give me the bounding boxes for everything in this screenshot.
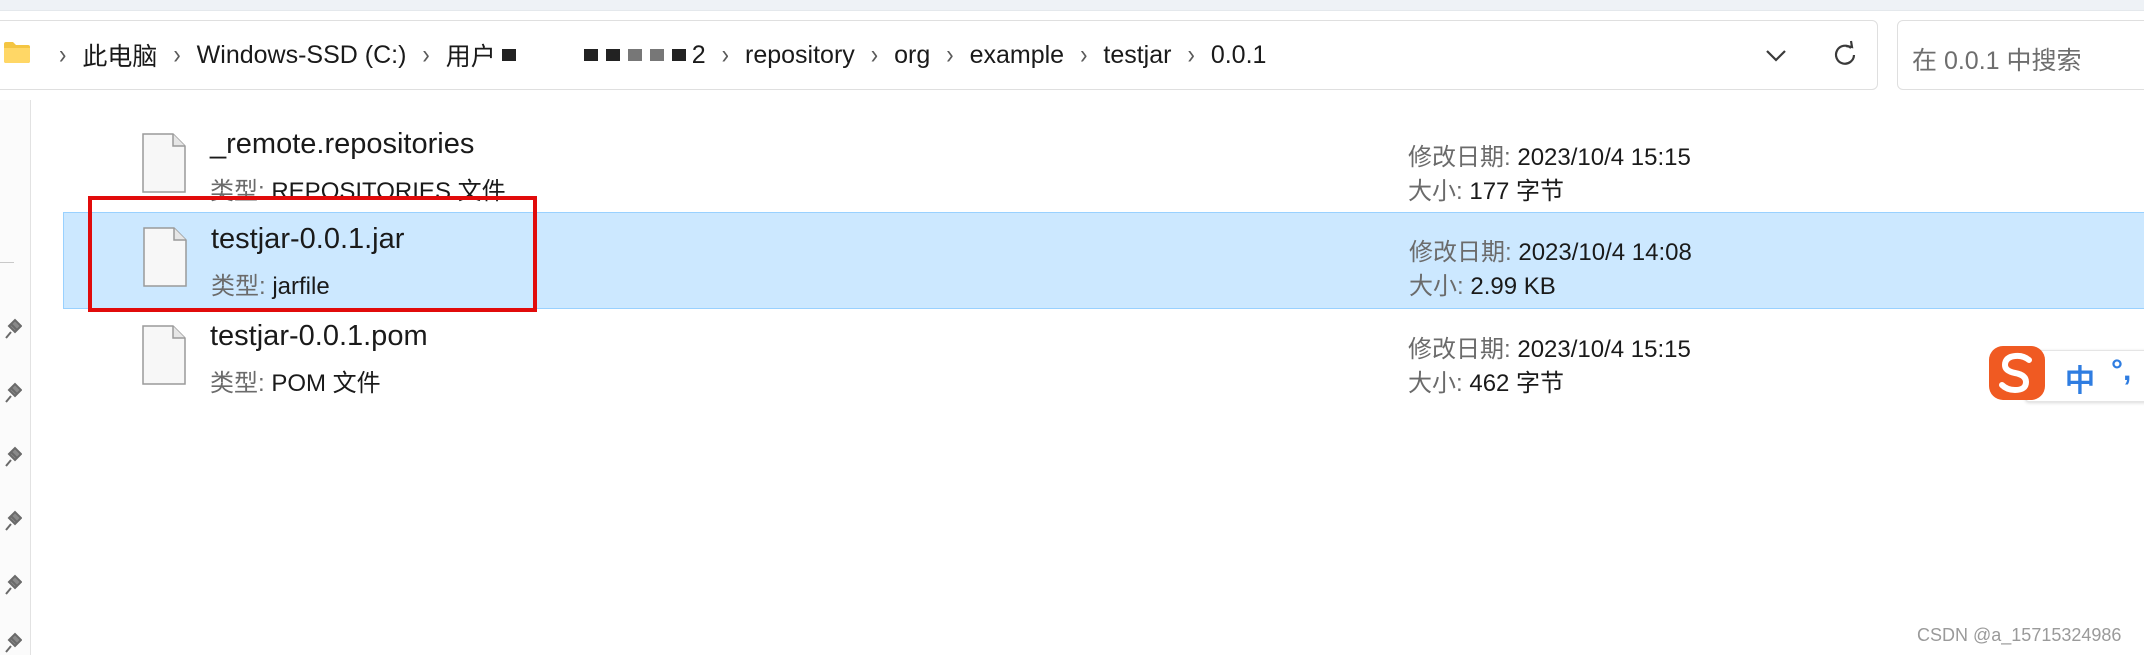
chevron-right-icon[interactable]: › bbox=[722, 39, 729, 70]
file-type-value: POM 文件 bbox=[271, 370, 381, 397]
redaction-mark bbox=[501, 49, 516, 61]
file-date: 修改日期: 2023/10/4 15:15 bbox=[1408, 137, 1691, 172]
breadcrumb-testjar[interactable]: testjar bbox=[1101, 41, 1173, 70]
chevron-right-icon[interactable]: › bbox=[1187, 39, 1194, 70]
watermark: CSDN @a_15715324986 bbox=[1917, 625, 2122, 645]
file-size: 大小: 2.99 KB bbox=[1409, 266, 1556, 301]
chevron-right-icon[interactable]: › bbox=[173, 39, 180, 70]
file-size: 大小: 177 字节 bbox=[1408, 171, 1564, 206]
breadcrumb-users[interactable]: 用户 bbox=[444, 37, 498, 73]
chevron-right-icon[interactable]: › bbox=[422, 39, 429, 70]
folder-icon bbox=[4, 42, 30, 63]
file-date-value: 2023/10/4 15:15 bbox=[1517, 336, 1691, 363]
redaction-mark bbox=[605, 49, 620, 61]
breadcrumb: › 此电脑 › Windows-SSD (C:) › 用户 2 › reposi… bbox=[45, 21, 1268, 89]
chevron-right-icon[interactable]: › bbox=[946, 39, 953, 70]
annotation-highlight-box bbox=[88, 196, 537, 312]
pin-icon[interactable] bbox=[2, 318, 22, 342]
pin-icon[interactable] bbox=[2, 574, 22, 598]
chevron-right-icon[interactable]: › bbox=[59, 39, 66, 70]
redaction-mark bbox=[649, 49, 664, 61]
file-size-label: 大小: bbox=[1408, 370, 1463, 397]
breadcrumb-org[interactable]: org bbox=[892, 41, 932, 70]
search-box[interactable]: 在 0.0.1 中搜索 bbox=[1897, 20, 2144, 90]
file-size-value: 177 字节 bbox=[1469, 178, 1565, 205]
file-date-label: 修改日期: bbox=[1409, 239, 1512, 266]
file-name[interactable]: _remote.repositories bbox=[210, 128, 474, 161]
file-date-label: 修改日期: bbox=[1408, 336, 1511, 363]
file-date-label: 修改日期: bbox=[1408, 144, 1511, 171]
breadcrumb-example[interactable]: example bbox=[968, 41, 1067, 70]
breadcrumb-drive[interactable]: Windows-SSD (C:) bbox=[195, 41, 409, 70]
nav-divider bbox=[0, 262, 14, 263]
file-date: 修改日期: 2023/10/4 15:15 bbox=[1408, 329, 1691, 364]
list-item[interactable]: testjar-0.0.1.pom 类型: POM 文件 修改日期: 2023/… bbox=[63, 312, 2144, 404]
pin-icon[interactable] bbox=[2, 510, 22, 534]
pin-icon[interactable] bbox=[2, 632, 22, 656]
breadcrumb-repository[interactable]: repository bbox=[743, 41, 857, 70]
redaction-mark bbox=[671, 49, 686, 61]
search-input[interactable]: 在 0.0.1 中搜索 bbox=[1912, 41, 2082, 77]
file-type: 类型: POM 文件 bbox=[210, 363, 381, 398]
breadcrumb-current[interactable]: 0.0.1 bbox=[1209, 41, 1269, 70]
file-date-value: 2023/10/4 14:08 bbox=[1518, 239, 1692, 266]
file-size-value: 462 字节 bbox=[1469, 370, 1565, 397]
refresh-icon[interactable] bbox=[1829, 39, 1861, 71]
chevron-down-icon[interactable] bbox=[1761, 41, 1791, 69]
ime-punctuation-indicator[interactable]: °, bbox=[2111, 354, 2131, 388]
file-size-label: 大小: bbox=[1409, 273, 1464, 300]
file-size-label: 大小: bbox=[1408, 178, 1463, 205]
breadcrumb-user-folder[interactable]: 2 bbox=[690, 41, 708, 70]
ime-toolbar[interactable]: 中 °, bbox=[1985, 342, 2144, 404]
chevron-right-icon[interactable]: › bbox=[1080, 39, 1087, 70]
window-top-strip bbox=[0, 0, 2144, 11]
breadcrumb-this-pc[interactable]: 此电脑 bbox=[80, 37, 159, 73]
file-size: 大小: 462 字节 bbox=[1408, 363, 1564, 398]
pin-icon[interactable] bbox=[2, 382, 22, 406]
ime-mode-indicator[interactable]: 中 bbox=[2065, 356, 2095, 400]
file-type-label: 类型: bbox=[210, 370, 265, 397]
pin-icon[interactable] bbox=[2, 446, 22, 470]
file-date: 修改日期: 2023/10/4 14:08 bbox=[1409, 232, 1692, 267]
address-bar[interactable]: › 此电脑 › Windows-SSD (C:) › 用户 2 › reposi… bbox=[0, 20, 1878, 90]
chevron-right-icon[interactable]: › bbox=[871, 39, 878, 70]
sogou-ime-icon[interactable] bbox=[1985, 342, 2051, 404]
file-name[interactable]: testjar-0.0.1.pom bbox=[210, 320, 428, 353]
navigation-pane bbox=[0, 100, 31, 655]
file-date-value: 2023/10/4 15:15 bbox=[1517, 144, 1691, 171]
file-icon bbox=[142, 133, 186, 193]
redaction-mark bbox=[583, 49, 598, 61]
redaction-mark bbox=[627, 49, 642, 61]
file-icon bbox=[142, 325, 186, 385]
file-size-value: 2.99 KB bbox=[1470, 273, 1556, 300]
